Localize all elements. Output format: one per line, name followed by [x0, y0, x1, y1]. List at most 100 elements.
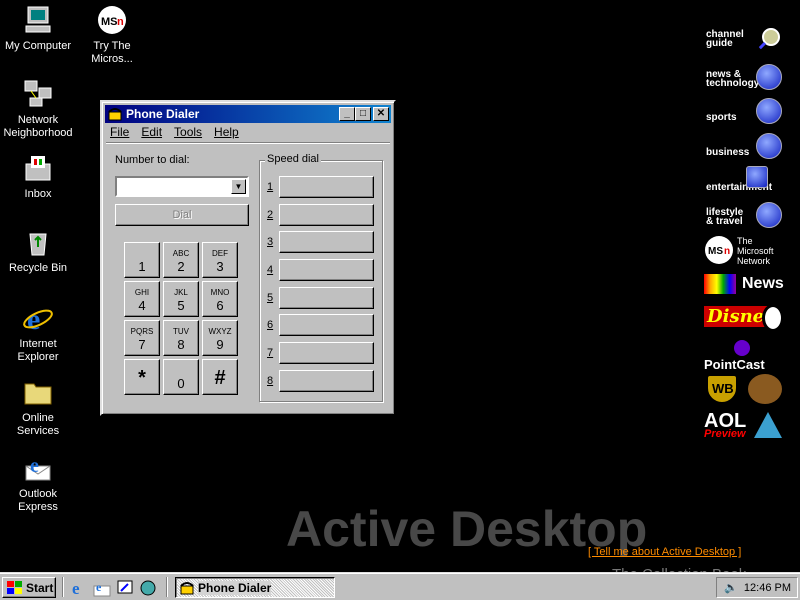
channel-sports[interactable]: sports [704, 96, 784, 126]
inbox-tray-icon [25, 156, 51, 181]
speed-dial-4-number: 4 [267, 264, 274, 276]
inbox-icon[interactable]: Inbox [0, 152, 76, 201]
key-8[interactable]: TUV 8 [163, 320, 199, 356]
magnifier-icon [756, 28, 780, 52]
key-5[interactable]: JKL 5 [163, 281, 199, 317]
tell-me-link[interactable]: [ Tell me about Active Desktop ] [588, 546, 741, 558]
speed-dial-6-button[interactable] [279, 314, 374, 336]
key-star[interactable]: * [124, 359, 160, 395]
key-2-digit: 2 [177, 259, 185, 274]
clock[interactable]: 12:46 PM [744, 582, 791, 594]
speed-dial-1[interactable]: 1 [267, 176, 377, 198]
aol-triangle-icon [754, 412, 782, 438]
disney-channel-logo[interactable]: Disney [704, 302, 784, 336]
tv-icon [746, 166, 768, 188]
speed-dial-2-button[interactable] [279, 204, 374, 226]
outlook-quicklaunch-icon[interactable]: e [93, 579, 111, 597]
internet-explorer-icon[interactable]: e Internet Explorer [0, 302, 76, 364]
wb-channel-logo[interactable]: WB [704, 372, 784, 408]
speed-dial-6-number: 6 [267, 319, 274, 331]
windows-logo-icon [7, 580, 22, 594]
system-tray: 🔈 12:46 PM [716, 577, 798, 598]
key-6[interactable]: MNO 6 [202, 281, 238, 317]
speed-dial-3-button[interactable] [279, 231, 374, 253]
tell-me-link-text[interactable]: [ Tell me about Active Desktop ] [588, 546, 741, 558]
channel-lifestyle-label: lifestyle & travel [706, 207, 744, 227]
keypad: 1 ABC 2 DEF 3 GHI 4 JKL 5 MNO 6 PQRS 7 TUV 8 WX… [124, 242, 238, 395]
svg-text:MS: MS [101, 16, 118, 28]
key-2[interactable]: ABC 2 [163, 242, 199, 278]
taskbar-phone-dialer[interactable]: Phone Dialer [175, 577, 335, 598]
window-title: Phone Dialer [126, 107, 200, 121]
speed-dial-4-button[interactable] [279, 259, 374, 281]
minimize-button[interactable]: _ [339, 107, 355, 121]
show-desktop-icon[interactable] [116, 579, 134, 597]
msn-logo-icon: MS n [705, 236, 733, 264]
online-services-icon[interactable]: Online Services [0, 376, 76, 438]
speed-dial-7-button[interactable] [279, 342, 374, 364]
minimize-icon: _ [344, 108, 350, 119]
svg-text:MS: MS [708, 246, 723, 257]
network-neighborhood-icon[interactable]: Network Neighborhood [0, 78, 76, 140]
pointcast-channel-logo[interactable]: PointCast [704, 340, 784, 372]
key-3[interactable]: DEF 3 [202, 242, 238, 278]
try-msn-icon[interactable]: MS n Try The Micros... [74, 4, 150, 66]
start-button[interactable]: Start [2, 577, 56, 598]
msnbc-logo-text: News [742, 275, 784, 292]
key-4[interactable]: GHI 4 [124, 281, 160, 317]
channels-quicklaunch-icon[interactable] [139, 579, 157, 597]
taz-icon [748, 374, 782, 404]
key-7-letters: PQRS [130, 327, 154, 336]
menu-file[interactable]: File [108, 125, 131, 139]
menu-tools[interactable]: Tools [172, 125, 204, 139]
title-bar[interactable]: Phone Dialer _ □ ✕ [105, 105, 391, 123]
computer-icon [25, 6, 51, 33]
speed-dial-2[interactable]: 2 [267, 204, 377, 226]
ie-icon: e [23, 303, 53, 334]
msn-channel-logo[interactable]: MS n The Microsoft Network [704, 234, 784, 266]
key-9[interactable]: WXYZ 9 [202, 320, 238, 356]
channel-business[interactable]: business [704, 131, 784, 161]
outlook-express-icon[interactable]: e Outlook Express [0, 452, 76, 514]
speed-dial-7[interactable]: 7 [267, 342, 377, 364]
pointcast-antenna-icon [734, 340, 750, 356]
recycle-bin-icon[interactable]: Recycle Bin [0, 226, 76, 275]
speed-dial-8-button[interactable] [279, 370, 374, 392]
number-to-dial-combo[interactable]: ▼ [115, 176, 249, 197]
menu-divider [106, 142, 390, 144]
my-computer-icon[interactable]: My Computer [0, 4, 76, 53]
mickey-icon [762, 304, 784, 332]
aol-channel-logo[interactable]: AOL Preview [704, 410, 784, 442]
channel-entertainment[interactable]: entertainment [704, 166, 784, 196]
maximize-button[interactable]: □ [355, 107, 371, 121]
key-0[interactable]: 0 [163, 359, 199, 395]
key-hash-digit: # [214, 367, 226, 389]
dial-button[interactable]: Dial [115, 204, 249, 226]
channel-news[interactable]: news & technology [704, 62, 784, 92]
speed-dial-6[interactable]: 6 [267, 314, 377, 336]
speed-dial-4[interactable]: 4 [267, 259, 377, 281]
close-button[interactable]: ✕ [373, 107, 389, 121]
key-9-digit: 9 [216, 337, 224, 352]
speed-dial-5[interactable]: 5 [267, 287, 377, 309]
msnbc-channel-logo[interactable]: News [704, 272, 784, 296]
speed-dial-1-button[interactable] [279, 176, 374, 198]
chevron-down-icon[interactable]: ▼ [231, 179, 246, 194]
newspaper-icon [756, 64, 782, 90]
msn-icon: MS n [98, 6, 126, 34]
key-hash[interactable]: # [202, 359, 238, 395]
svg-text:e: e [96, 580, 102, 594]
speed-dial-5-button[interactable] [279, 287, 374, 309]
speed-dial-3[interactable]: 3 [267, 231, 377, 253]
menu-help[interactable]: Help [212, 125, 241, 139]
speed-dial-8[interactable]: 8 [267, 370, 377, 392]
ie-quicklaunch-icon[interactable]: e [70, 579, 88, 597]
taskbar-separator-2 [166, 577, 168, 597]
key-1[interactable]: 1 [124, 242, 160, 278]
volume-icon[interactable]: 🔈 [724, 581, 738, 594]
key-7[interactable]: PQRS 7 [124, 320, 160, 356]
menu-edit[interactable]: Edit [139, 125, 164, 139]
channel-guide-label: channel guide [706, 29, 744, 49]
channel-guide[interactable]: channel guide [704, 24, 784, 54]
channel-lifestyle[interactable]: lifestyle & travel [704, 200, 784, 230]
